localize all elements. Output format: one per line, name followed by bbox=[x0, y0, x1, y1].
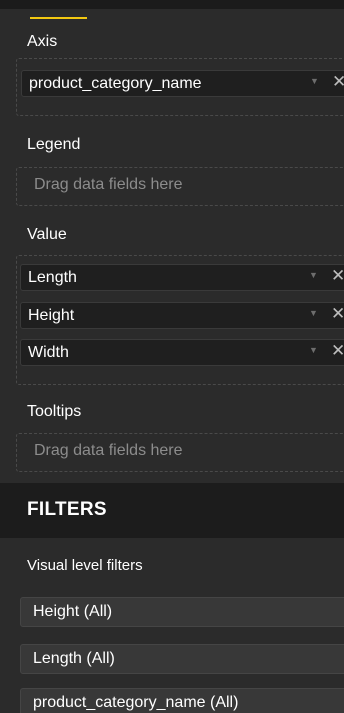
filters-header: FILTERS bbox=[0, 483, 344, 538]
tooltips-placeholder: Drag data fields here bbox=[34, 442, 183, 459]
filter-label: Length (All) bbox=[33, 650, 115, 667]
value-label: Value bbox=[27, 226, 67, 243]
filter-label: product_category_name (All) bbox=[33, 694, 239, 711]
value-field-width[interactable]: Width ▼ ✕ bbox=[20, 339, 344, 366]
chevron-down-icon[interactable]: ▼ bbox=[309, 345, 318, 355]
visual-level-filters-label: Visual level filters bbox=[27, 557, 143, 574]
chevron-down-icon[interactable]: ▼ bbox=[310, 76, 319, 86]
legend-label: Legend bbox=[27, 136, 81, 153]
chevron-down-icon[interactable]: ▼ bbox=[309, 270, 318, 280]
close-icon[interactable]: ✕ bbox=[331, 341, 344, 361]
axis-well[interactable]: product_category_name ▼ ✕ bbox=[16, 58, 344, 116]
field-label: Height bbox=[28, 307, 75, 324]
field-label: Length bbox=[28, 269, 77, 286]
active-tab-indicator bbox=[30, 17, 87, 19]
tooltips-label: Tooltips bbox=[27, 403, 82, 420]
axis-field-product-category-name[interactable]: product_category_name ▼ ✕ bbox=[21, 70, 344, 97]
value-field-length[interactable]: Length ▼ ✕ bbox=[20, 264, 344, 291]
axis-label: Axis bbox=[27, 33, 58, 50]
top-strip bbox=[0, 0, 344, 9]
close-icon[interactable]: ✕ bbox=[331, 304, 344, 324]
close-icon[interactable]: ✕ bbox=[332, 72, 344, 92]
value-field-height[interactable]: Height ▼ ✕ bbox=[20, 302, 344, 329]
legend-placeholder: Drag data fields here bbox=[34, 176, 183, 193]
filter-label: Height (All) bbox=[33, 603, 113, 620]
value-well[interactable]: Length ▼ ✕ Height ▼ ✕ Width ▼ ✕ bbox=[16, 255, 344, 385]
legend-well[interactable]: Drag data fields here bbox=[16, 167, 344, 206]
tooltips-well[interactable]: Drag data fields here bbox=[16, 433, 344, 472]
chevron-down-icon[interactable]: ▼ bbox=[309, 308, 318, 318]
filter-card-height[interactable]: Height (All) bbox=[20, 597, 344, 627]
filter-card-length[interactable]: Length (All) bbox=[20, 644, 344, 674]
filters-title: FILTERS bbox=[27, 499, 107, 520]
close-icon[interactable]: ✕ bbox=[331, 266, 344, 286]
field-label: Width bbox=[28, 344, 69, 361]
field-label: product_category_name bbox=[29, 75, 202, 92]
filter-card-product-category-name[interactable]: product_category_name (All) bbox=[20, 688, 344, 713]
